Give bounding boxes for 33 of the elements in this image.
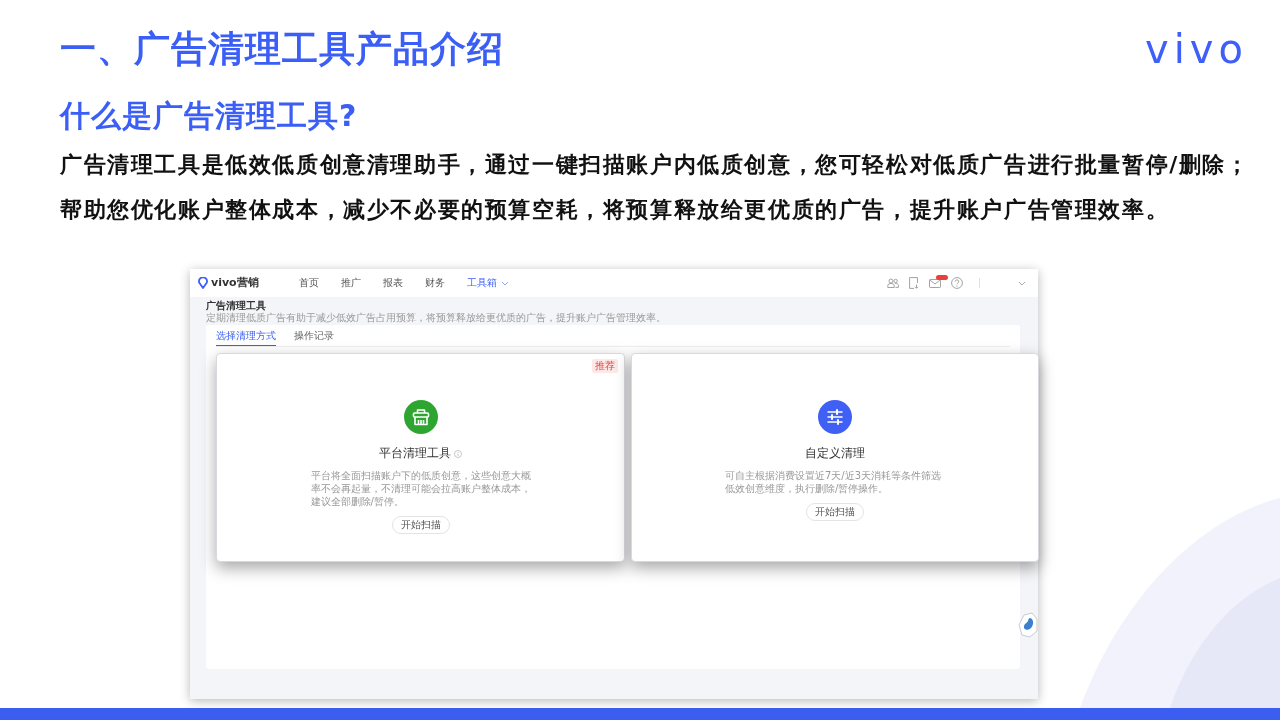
card-description: 平台将全面扫描账户下的低质创意，这些创意大概率不会再起量，不清理可能会拉高账户整体成本，建议全部删除/暂停。 (310, 469, 531, 508)
assistant-icon[interactable] (1018, 611, 1038, 639)
brand-logo: vivo (1145, 29, 1248, 69)
brand-name: vivo营销 (211, 276, 259, 290)
start-scan-button[interactable]: 开始扫描 (391, 516, 450, 534)
nav-item[interactable]: 首页 (298, 276, 319, 290)
tab[interactable]: 选择清理方式 (216, 325, 276, 346)
sliders-icon (818, 400, 852, 434)
nav-item[interactable]: 推广 (340, 276, 361, 290)
recommended-badge: 推荐 (592, 359, 618, 373)
notification-badge-icon (936, 274, 948, 280)
page-description: 定期清理低质广告有助于减少低效广告占用预算，将预算释放给更优质的广告，提升账户广告管理效率。 (206, 312, 667, 324)
document-download-icon[interactable] (909, 277, 919, 289)
slide-title: 一、广告清理工具产品介绍 (60, 27, 504, 71)
chevron-down-icon[interactable] (1018, 280, 1026, 286)
intro-paragraph: 帮助您优化账户整体成本，减少不必要的预算空耗，将预算释放给更优质的广告，提升账户广告管理效率。 (60, 196, 1171, 224)
start-scan-button[interactable]: 开始扫描 (806, 503, 864, 521)
users-icon[interactable] (887, 278, 899, 288)
section-heading: 什么是广告清理工具? (60, 97, 359, 135)
basket-icon (403, 400, 438, 434)
card-description: 可自主根据消费设置近7天/近3天消耗等条件筛选低效创意维度，执行删除/暂停操作。 (725, 469, 943, 495)
pin-icon (198, 277, 208, 289)
card-title: 自定义清理 (805, 446, 865, 461)
info-icon[interactable] (454, 449, 462, 458)
tab[interactable]: 操作记录 (294, 325, 334, 346)
page-title: 广告清理工具 (206, 300, 267, 312)
nav-item[interactable]: 财务 (424, 276, 445, 290)
intro-paragraph: 广告清理工具是低效低质创意清理助手，通过一键扫描账户内低质创意，您可轻松对低质广告进行批量暂停/删除； (60, 151, 1251, 179)
help-icon[interactable] (951, 277, 963, 289)
nav-item[interactable]: 工具箱 (466, 276, 509, 290)
nav-item[interactable]: 报表 (382, 276, 403, 290)
mail-icon[interactable] (929, 278, 941, 288)
card-title: 平台清理工具 (379, 446, 451, 461)
